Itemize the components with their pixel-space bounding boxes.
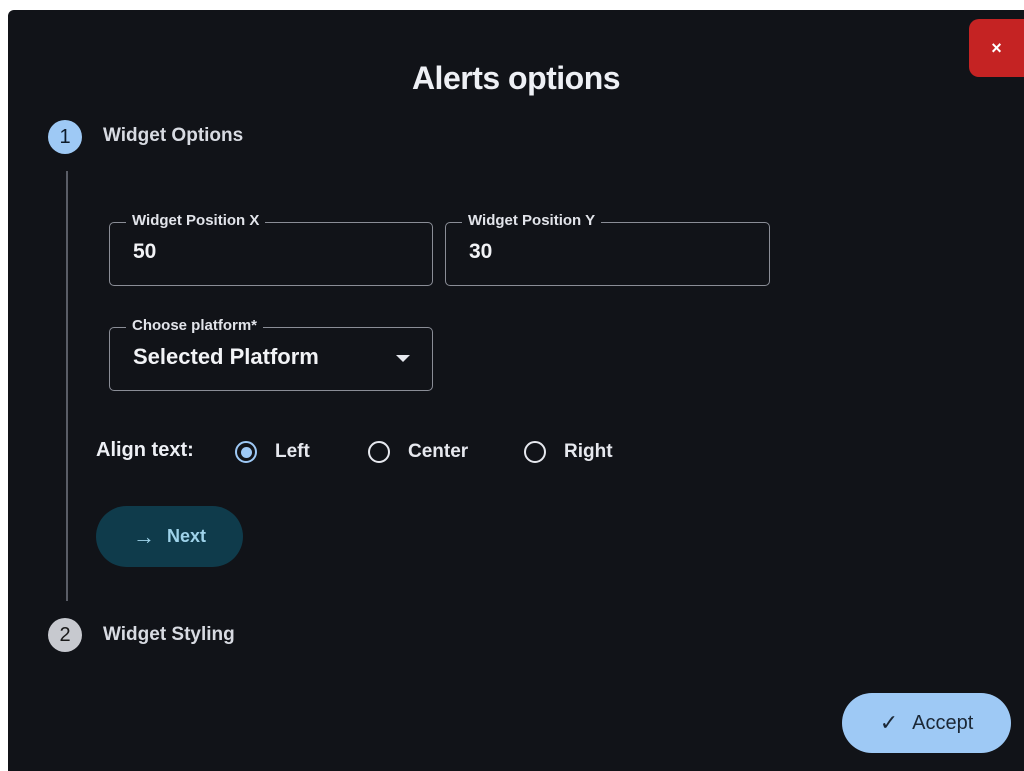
accept-button[interactable]: ✓ Accept [842, 693, 1011, 753]
widget-position-y-field[interactable]: Widget Position Y 30 [445, 212, 770, 286]
step-1-number: 1 [59, 125, 71, 148]
align-right-label: Right [564, 441, 613, 462]
platform-select-label: Choose platform* [126, 317, 264, 334]
stepper-connector-line [66, 171, 68, 601]
widget-position-x-label: Widget Position X [126, 212, 266, 229]
step-2-number: 2 [59, 623, 71, 646]
next-button-label: Next [166, 526, 206, 546]
dialog-title: Alerts options [411, 60, 621, 96]
arrow-right-icon: → [132, 523, 155, 549]
caret-down-icon[interactable] [396, 355, 410, 362]
widget-position-y-label: Widget Position Y [462, 212, 602, 229]
align-left-label: Left [275, 441, 310, 462]
widget-position-x-input[interactable]: 50 [133, 240, 156, 264]
align-center-label: Center [408, 441, 469, 462]
close-button[interactable]: × [969, 19, 1024, 77]
radio-unchecked-icon[interactable] [368, 441, 390, 463]
platform-select[interactable]: Choose platform* Selected Platform [109, 317, 433, 391]
align-right-radio[interactable]: Right [524, 437, 613, 467]
align-left-radio[interactable]: Left [235, 437, 310, 467]
step-2-indicator[interactable]: 2 [48, 618, 82, 652]
align-center-radio[interactable]: Center [368, 437, 468, 467]
alerts-options-dialog: Alerts options 1 Widget Options Widget P… [8, 10, 1024, 771]
radio-unchecked-icon[interactable] [524, 441, 546, 463]
step-1-label[interactable]: Widget Options [103, 125, 243, 147]
step-2-label[interactable]: Widget Styling [103, 624, 235, 646]
widget-position-x-field[interactable]: Widget Position X 50 [109, 212, 433, 286]
next-button[interactable]: → Next [96, 506, 243, 567]
close-icon: × [991, 37, 1002, 58]
accept-button-label: Accept [912, 711, 974, 734]
align-text-label: Align text: [96, 439, 194, 461]
step-1-indicator[interactable]: 1 [48, 120, 82, 154]
platform-select-value[interactable]: Selected Platform [133, 344, 319, 370]
widget-position-y-input[interactable]: 30 [469, 240, 492, 264]
check-icon: ✓ [879, 710, 899, 735]
radio-checked-icon[interactable] [235, 441, 257, 463]
